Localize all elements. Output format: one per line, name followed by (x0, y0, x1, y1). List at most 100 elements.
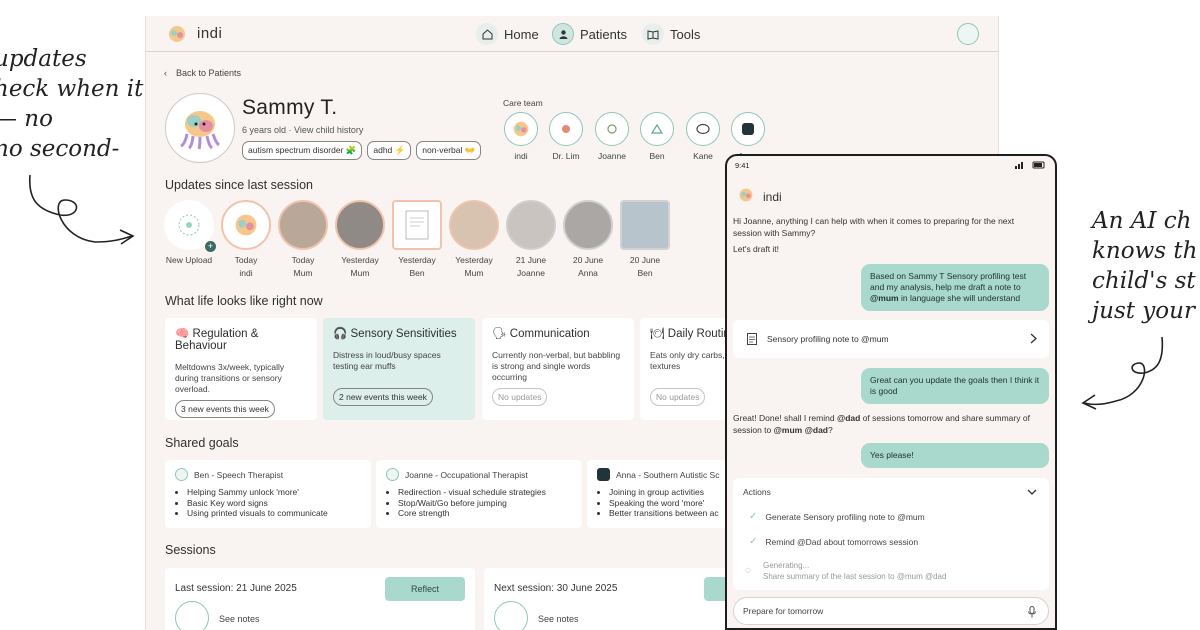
updates-title: Updates since last session (165, 178, 313, 192)
update-who: Joanne (517, 268, 545, 278)
goal-owner: Joanne - Occupational Therapist (405, 469, 528, 480)
status-time: 9:41 (735, 161, 750, 170)
assistant-message: Great! Done! shall I remind @dad of sess… (733, 413, 1051, 436)
member-name: Kane (693, 151, 713, 161)
see-notes-link[interactable]: See notes (538, 614, 579, 624)
mention: @mum @dad (773, 424, 828, 435)
mention: @mum (870, 293, 899, 303)
events-pill[interactable]: 2 new events this week (333, 388, 433, 406)
update-when: Yesterday (455, 255, 493, 265)
update-story[interactable]: Today Mum (275, 200, 331, 278)
photo-thumbnail (506, 200, 556, 250)
update-story[interactable]: Yesterday Mum (332, 200, 388, 278)
update-story[interactable]: Today indi (218, 200, 274, 278)
events-pill[interactable]: No updates (492, 388, 548, 406)
care-team-member[interactable]: Kane (680, 112, 726, 161)
update-who: Mum (293, 268, 313, 278)
view-history-link[interactable]: View child history (294, 125, 363, 135)
mention: @dad (836, 413, 861, 423)
reflect-button[interactable]: Reflect (385, 577, 465, 601)
goal-card[interactable]: Joanne - Occupational Therapist Redirect… (376, 460, 582, 528)
goal-point: Redirection - visual schedule strategies (398, 487, 572, 498)
card-description: Meltdowns 3x/week, typically during tran… (175, 362, 285, 394)
update-when: Yesterday (341, 255, 379, 265)
actions-panel: Actions ✓ Generate Sensory profiling not… (733, 478, 1049, 590)
life-card-sensory[interactable]: 🎧 Sensory Sensitivities Distress in loud… (323, 318, 475, 420)
events-pill[interactable]: 3 new events this week (175, 400, 275, 418)
card-title: 🗣 Communication (492, 328, 590, 340)
back-to-patients-link[interactable]: ‹ Back to Patients (164, 68, 241, 78)
nav-label: Home (504, 26, 539, 42)
update-who: Ben (637, 268, 653, 278)
annotation-line: just your (1092, 298, 1195, 324)
indi-logo-icon (739, 188, 753, 202)
action-label: Generate Sensory profiling note to @mum (765, 511, 925, 522)
care-team-member[interactable]: Joanne (589, 112, 635, 161)
update-story[interactable]: Yesterday Mum (446, 200, 502, 278)
chat-input[interactable]: Prepare for tomorrow (733, 597, 1049, 625)
pdf-document-icon (392, 200, 442, 250)
life-card-regulation[interactable]: 🧠 Regulation & Behaviour Meltdowns 3x/we… (165, 318, 317, 420)
goal-card[interactable]: Ben - Speech Therapist Helping Sammy unl… (165, 460, 371, 528)
phone-chat: 9:41 indi Hi Joanne, anything I can help… (725, 154, 1057, 630)
occupational-therapy-icon (386, 468, 399, 481)
message-text: in language she will understand (898, 293, 1021, 303)
user-message: Yes please! (861, 443, 1049, 468)
book-icon (642, 23, 664, 45)
left-annotation: updates heck when it — no no second- (0, 44, 143, 164)
life-card-communication[interactable]: 🗣 Communication Currently non-verbal, bu… (482, 318, 634, 420)
left-arrow (29, 174, 135, 245)
update-story[interactable]: 21 June Joanne (503, 200, 559, 278)
nav-home[interactable]: Home (476, 23, 539, 45)
generating-label: Generating... (763, 561, 810, 570)
update-who: Mum (350, 268, 370, 278)
avatar (731, 112, 765, 146)
update-story[interactable]: 20 June Anna (560, 200, 616, 278)
generating-action: ◌ Generating... Share summary of the las… (745, 560, 946, 582)
update-story[interactable]: Yesterday Ben (389, 200, 445, 278)
document-thumbnail (620, 200, 670, 250)
goal-point: Using printed visuals to communicate (187, 508, 361, 519)
avatar (686, 112, 720, 146)
microphone-icon[interactable] (1028, 606, 1036, 618)
check-icon: ✓ (749, 536, 758, 547)
goals-title: Shared goals (165, 436, 239, 450)
annotation-line: heck when it (0, 76, 144, 102)
see-notes-link[interactable]: See notes (219, 614, 260, 624)
user-menu-button[interactable] (957, 23, 979, 45)
card-description: Currently non-verbal, but babbling is st… (492, 350, 621, 382)
annotation-line: — no (0, 106, 53, 132)
patient-avatar (165, 93, 235, 163)
events-pill[interactable]: No updates (650, 388, 706, 406)
update-who: Ben (409, 268, 425, 278)
chevron-down-icon[interactable] (1027, 489, 1037, 495)
note-title: Sensory profiling note to @mum (767, 334, 889, 344)
new-upload-button[interactable]: + New Upload (161, 200, 217, 265)
chevron-left-icon: ‹ (164, 68, 167, 78)
nav-patients[interactable]: Patients (552, 23, 627, 45)
nav-tools[interactable]: Tools (642, 23, 700, 45)
goal-point: Helping Sammy unlock 'more' (187, 487, 361, 498)
chat-input-text: Prepare for tomorrow (743, 606, 824, 616)
update-who: Mum (464, 268, 484, 278)
action-item: ✓ Remind @Dad about tomorrows session (749, 536, 918, 547)
assistant-message: Let's draft it! (733, 244, 780, 254)
update-when: Today (291, 255, 315, 265)
actions-title: Actions (743, 487, 771, 497)
action-label: Remind @Dad about tomorrows session (765, 536, 919, 547)
care-team-member[interactable]: Ben (634, 112, 680, 161)
update-when: 20 June (629, 255, 661, 265)
patient-name: Sammy T. (242, 96, 338, 119)
care-team-member[interactable]: Dr. Lim (543, 112, 589, 161)
goal-point: Basic Key word signs (187, 498, 361, 509)
life-title: What life looks like right now (165, 294, 323, 308)
diagnosis-tags: autism spectrum disorder 🧩 adhd ⚡ non-ve… (242, 141, 482, 160)
update-story[interactable]: 20 June Ben (617, 200, 673, 278)
right-arrow (1081, 336, 1164, 410)
avatar (221, 200, 271, 250)
care-team-title: Care team (503, 98, 543, 108)
sessions-title: Sessions (165, 543, 216, 557)
care-team-member[interactable]: indi (498, 112, 544, 161)
status-icons (1015, 161, 1045, 171)
draft-note-card[interactable]: Sensory profiling note to @mum (733, 320, 1049, 358)
